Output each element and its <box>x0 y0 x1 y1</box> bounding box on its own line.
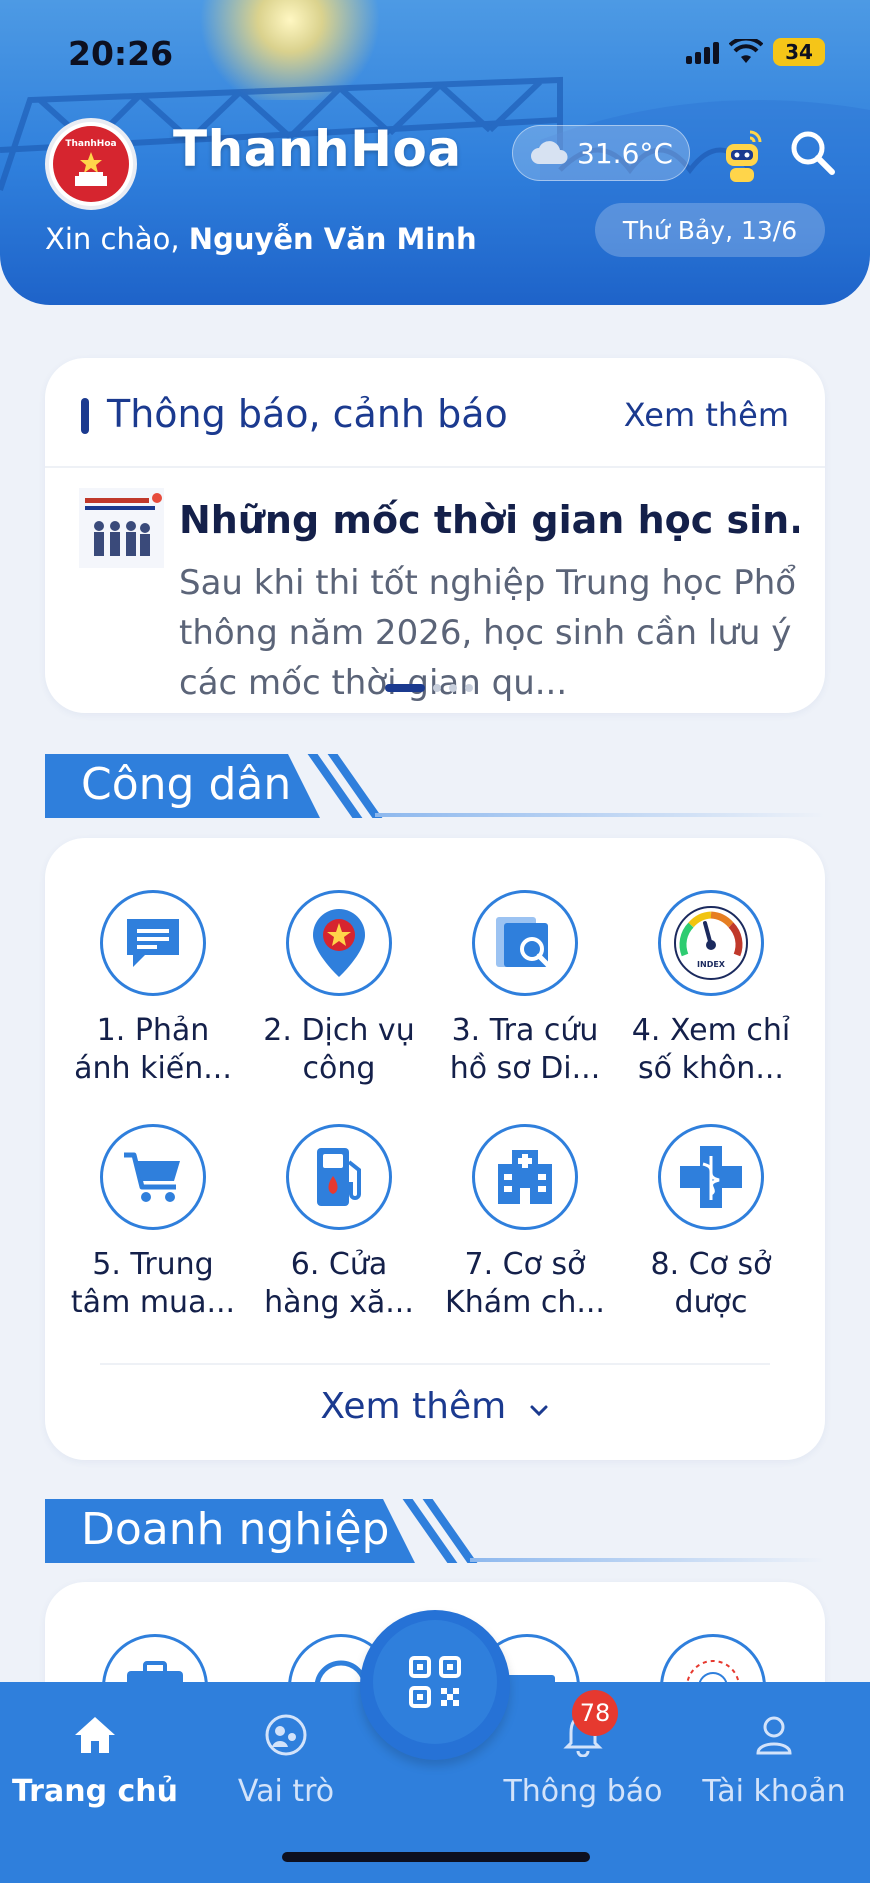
service-item-label: 7. Cơ sở Khám ch... <box>445 1247 605 1320</box>
home-indicator <box>282 1852 590 1862</box>
citizen-services-card: 1. Phản ánh kiến... 2. Dịch vụ công 3. T… <box>45 838 825 1460</box>
carousel-dot-active[interactable] <box>385 684 425 692</box>
service-item-shopping[interactable]: 5. Trung tâm mua... <box>60 1124 246 1322</box>
notice-body: Sau khi thi tốt nghiệp Trung học Phổ thô… <box>179 563 797 703</box>
nav-account-label: Tài khoản <box>702 1774 846 1809</box>
greeting-prefix: Xin chào, <box>45 222 189 256</box>
citizen-section-title: Công dân <box>45 754 320 818</box>
app-title: ThanhHoa <box>173 120 462 178</box>
chatbot-icon[interactable] <box>720 128 766 184</box>
chevron-down-icon <box>530 1405 548 1417</box>
svg-text:ThanhHoa: ThanhHoa <box>65 139 116 149</box>
user-name: Nguyễn Văn Minh <box>188 222 477 256</box>
header: 20:26 34 ThanhHoa ThanhHoa 31.6°C Xin ch… <box>0 0 870 305</box>
wifi-icon <box>729 39 763 63</box>
service-item-label: 8. Cơ sở dược <box>650 1247 772 1320</box>
services-divider <box>100 1363 770 1365</box>
notification-badge: 78 <box>572 1690 618 1736</box>
carousel-dot[interactable] <box>465 684 473 692</box>
citizen-section-header: Công dân <box>45 754 825 818</box>
service-item-air-quality[interactable]: INDEX 4. Xem chỉ số khôn... <box>618 890 804 1088</box>
search-icon[interactable] <box>788 128 836 176</box>
service-item-label: 6. Cửa hàng xă... <box>264 1247 414 1320</box>
carousel-dot[interactable] <box>433 684 441 692</box>
carousel-dots <box>385 684 473 692</box>
carousel-dot[interactable] <box>449 684 457 692</box>
service-item-public-service[interactable]: 2. Dịch vụ công <box>246 890 432 1088</box>
service-item-lookup[interactable]: 3. Tra cứu hồ sơ Di... <box>432 890 618 1088</box>
service-item-pharmacy[interactable]: 8. Cơ sở dược <box>618 1124 804 1322</box>
roles-icon <box>265 1714 307 1756</box>
service-item-clinic[interactable]: 7. Cơ sở Khám ch... <box>432 1124 618 1322</box>
greeting: Xin chào, Nguyễn Văn Minh <box>45 222 477 256</box>
shopping-cart-icon <box>124 1152 180 1202</box>
battery-icon: 34 <box>773 38 825 66</box>
location-emblem-icon <box>313 909 365 977</box>
cloud-icon <box>531 141 568 164</box>
service-item-fuel[interactable]: 6. Cửa hàng xă... <box>246 1124 432 1322</box>
user-icon <box>756 1716 792 1755</box>
notice-headline[interactable]: Những mốc thời gian học sin... <box>179 498 799 542</box>
home-icon <box>75 1717 115 1753</box>
notice-title: Thông báo, cảnh báo <box>107 392 508 436</box>
service-item-label: 1. Phản ánh kiến... <box>74 1013 232 1086</box>
nav-home-label: Trang chủ <box>12 1774 178 1809</box>
nav-roles-label: Vai trò <box>237 1774 335 1809</box>
service-item-label: 5. Trung tâm mua... <box>70 1247 236 1320</box>
service-item-label: 3. Tra cứu hồ sơ Di... <box>449 1013 601 1086</box>
service-item-label: 2. Dịch vụ công <box>263 1013 415 1086</box>
svg-text:INDEX: INDEX <box>697 960 726 969</box>
hospital-icon <box>498 1150 552 1204</box>
service-item-label: 4. Xem chỉ số khôn... <box>631 1013 791 1086</box>
weather-pill[interactable]: 31.6°C <box>512 125 690 181</box>
signal-icon <box>686 40 719 64</box>
pharmacy-icon <box>680 1146 742 1208</box>
business-section-header: Doanh nghiệp <box>45 1499 825 1563</box>
services-more-button[interactable]: Xem thêm <box>45 1386 825 1427</box>
section-underline <box>375 813 825 817</box>
document-search-icon <box>496 917 551 968</box>
notice-more-link[interactable]: Xem thêm <box>624 396 789 434</box>
nav-notifications-label: Thông báo <box>503 1774 663 1809</box>
nav-account[interactable]: Tài khoản <box>684 1710 864 1809</box>
chat-icon <box>127 919 179 967</box>
qr-code-icon <box>409 1656 461 1708</box>
qr-scan-button[interactable] <box>373 1620 497 1744</box>
service-item-feedback[interactable]: 1. Phản ánh kiến... <box>60 890 246 1088</box>
status-time: 20:26 <box>68 34 174 73</box>
notice-card: Thông báo, cảnh báo Xem thêm Những mốc t… <box>45 358 825 713</box>
app-logo: ThanhHoa <box>45 118 137 210</box>
date-pill: Thứ Bảy, 13/6 <box>595 203 825 257</box>
section-underline <box>470 1558 825 1562</box>
nav-roles[interactable]: Vai trò <box>196 1710 376 1809</box>
temperature-label: 31.6°C <box>577 136 673 170</box>
nav-home[interactable]: Trang chủ <box>5 1710 185 1809</box>
fuel-pump-icon <box>317 1148 361 1206</box>
notice-header: Thông báo, cảnh báo Xem thêm <box>45 358 825 468</box>
notice-thumbnail[interactable] <box>79 488 164 568</box>
status-icons: 34 <box>686 38 825 66</box>
notice-title-accent <box>81 398 89 434</box>
business-section-title: Doanh nghiệp <box>45 1499 415 1563</box>
air-quality-gauge-icon: INDEX <box>674 906 748 980</box>
services-more-label: Xem thêm <box>320 1386 507 1427</box>
